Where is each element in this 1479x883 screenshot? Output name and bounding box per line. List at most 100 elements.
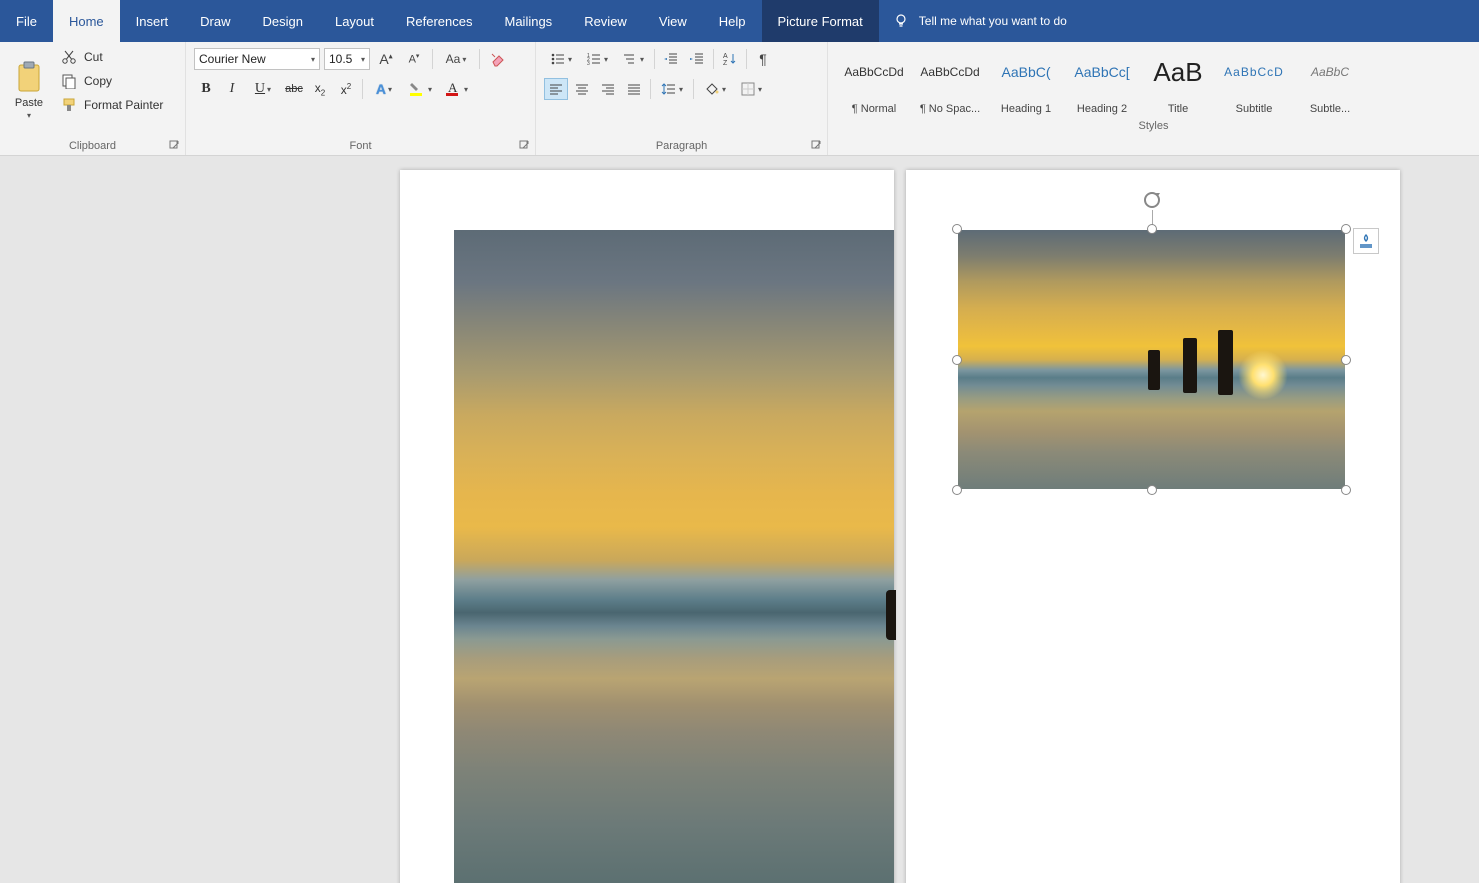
- format-painter-button[interactable]: Format Painter: [56, 94, 167, 116]
- resize-handle-bl[interactable]: [952, 485, 962, 495]
- layout-options-icon: [1357, 232, 1375, 250]
- tab-layout[interactable]: Layout: [319, 0, 390, 42]
- numbering-button[interactable]: 123▾: [580, 48, 614, 70]
- clear-formatting-button[interactable]: [486, 48, 510, 70]
- resize-handle-b[interactable]: [1147, 485, 1157, 495]
- svg-text:A: A: [448, 80, 458, 95]
- change-case-icon: Aa: [446, 52, 461, 66]
- text-effects-button[interactable]: A▾: [367, 78, 401, 100]
- bullets-button[interactable]: ▾: [544, 48, 578, 70]
- layout-options-button[interactable]: [1353, 228, 1379, 254]
- shading-button[interactable]: ▾: [698, 78, 732, 100]
- style-no-spacing[interactable]: AaBbCcDd¶ No Spac...: [912, 46, 988, 120]
- justify-button[interactable]: [622, 78, 646, 100]
- underline-button[interactable]: U▾: [246, 78, 280, 100]
- group-label-clipboard: Clipboard: [0, 140, 185, 155]
- style-subtle[interactable]: AaBbCSubtle...: [1292, 46, 1368, 120]
- tab-home[interactable]: Home: [53, 0, 120, 42]
- resize-handle-t[interactable]: [1147, 224, 1157, 234]
- copy-icon: [60, 72, 78, 90]
- group-label-font: Font: [186, 140, 535, 155]
- align-left-icon: [548, 81, 564, 97]
- borders-button[interactable]: ▾: [734, 78, 768, 100]
- tab-help[interactable]: Help: [703, 0, 762, 42]
- chevron-down-icon: ▾: [462, 55, 466, 64]
- copy-button[interactable]: Copy: [56, 70, 167, 92]
- tab-references[interactable]: References: [390, 0, 488, 42]
- tab-review[interactable]: Review: [568, 0, 643, 42]
- sun-glow: [1238, 350, 1288, 400]
- indent-icon: [689, 51, 705, 67]
- ribbon: Paste ▾ Cut Copy Format Painter Clipboar…: [0, 42, 1479, 156]
- inserted-picture-large[interactable]: [454, 230, 894, 883]
- outdent-icon: [663, 51, 679, 67]
- paragraph-launcher[interactable]: [811, 140, 823, 152]
- numbering-icon: 123: [586, 51, 602, 67]
- paste-icon: [14, 59, 44, 95]
- tab-draw[interactable]: Draw: [184, 0, 246, 42]
- grow-font-button[interactable]: A▴: [374, 48, 398, 70]
- multilevel-icon: [622, 51, 638, 67]
- strikethrough-button[interactable]: abc: [282, 78, 306, 100]
- italic-button[interactable]: I: [220, 78, 244, 100]
- line-spacing-button[interactable]: ▾: [655, 78, 689, 100]
- font-color-button[interactable]: A▾: [439, 78, 473, 100]
- silhouette: [886, 590, 896, 640]
- paste-button[interactable]: Paste ▾: [8, 46, 50, 132]
- style-heading1[interactable]: AaBbC(Heading 1: [988, 46, 1064, 120]
- tab-mailings[interactable]: Mailings: [489, 0, 569, 42]
- sort-button[interactable]: AZ: [718, 48, 742, 70]
- inserted-picture-small[interactable]: [958, 230, 1345, 489]
- align-right-icon: [600, 81, 616, 97]
- show-marks-button[interactable]: ¶: [751, 48, 775, 70]
- font-launcher[interactable]: [519, 140, 531, 152]
- shrink-font-button[interactable]: A▾: [402, 48, 426, 70]
- tab-picture-format[interactable]: Picture Format: [762, 0, 879, 42]
- document-area[interactable]: [0, 156, 1479, 883]
- bold-button[interactable]: B: [194, 78, 218, 100]
- highlight-icon: [408, 80, 426, 98]
- font-size-combo[interactable]: 10.5▾: [324, 48, 370, 70]
- tell-me-search[interactable]: Tell me what you want to do: [879, 0, 1081, 42]
- resize-handle-tl[interactable]: [952, 224, 962, 234]
- shrink-font-icon: A▾: [409, 52, 420, 66]
- chevron-down-icon: ▾: [428, 85, 432, 94]
- tab-view[interactable]: View: [643, 0, 703, 42]
- chevron-down-icon: ▾: [604, 55, 608, 64]
- style-title[interactable]: AaBTitle: [1140, 46, 1216, 120]
- subscript-button[interactable]: x2: [308, 78, 332, 100]
- multilevel-list-button[interactable]: ▾: [616, 48, 650, 70]
- align-center-icon: [574, 81, 590, 97]
- resize-handle-br[interactable]: [1341, 485, 1351, 495]
- page-2[interactable]: [906, 170, 1400, 883]
- align-left-button[interactable]: [544, 78, 568, 100]
- change-case-button[interactable]: Aa▾: [439, 48, 473, 70]
- tab-file[interactable]: File: [0, 0, 53, 42]
- tab-design[interactable]: Design: [247, 0, 319, 42]
- rotate-handle[interactable]: [1142, 190, 1162, 210]
- tab-insert[interactable]: Insert: [120, 0, 185, 42]
- chevron-down-icon: ▾: [758, 85, 762, 94]
- style-heading2[interactable]: AaBbCc[Heading 2: [1064, 46, 1140, 120]
- bold-icon: B: [201, 81, 210, 97]
- resize-handle-l[interactable]: [952, 355, 962, 365]
- style-subtitle[interactable]: AaBbCcDSubtitle: [1216, 46, 1292, 120]
- chevron-down-icon: ▾: [568, 55, 572, 64]
- cut-button[interactable]: Cut: [56, 46, 167, 68]
- font-name-combo[interactable]: Courier New▾: [194, 48, 320, 70]
- selected-picture-frame[interactable]: [958, 230, 1345, 489]
- page-1[interactable]: [400, 170, 894, 883]
- text-effects-icon: A: [376, 81, 386, 97]
- clipboard-launcher[interactable]: [169, 140, 181, 152]
- align-right-button[interactable]: [596, 78, 620, 100]
- highlight-button[interactable]: ▾: [403, 78, 437, 100]
- resize-handle-tr[interactable]: [1341, 224, 1351, 234]
- resize-handle-r[interactable]: [1341, 355, 1351, 365]
- paintbrush-icon: [60, 96, 78, 114]
- decrease-indent-button[interactable]: [659, 48, 683, 70]
- style-normal[interactable]: AaBbCcDd¶ Normal: [836, 46, 912, 120]
- increase-indent-button[interactable]: [685, 48, 709, 70]
- superscript-button[interactable]: x2: [334, 78, 358, 100]
- align-center-button[interactable]: [570, 78, 594, 100]
- chevron-down-icon: ▾: [361, 55, 365, 64]
